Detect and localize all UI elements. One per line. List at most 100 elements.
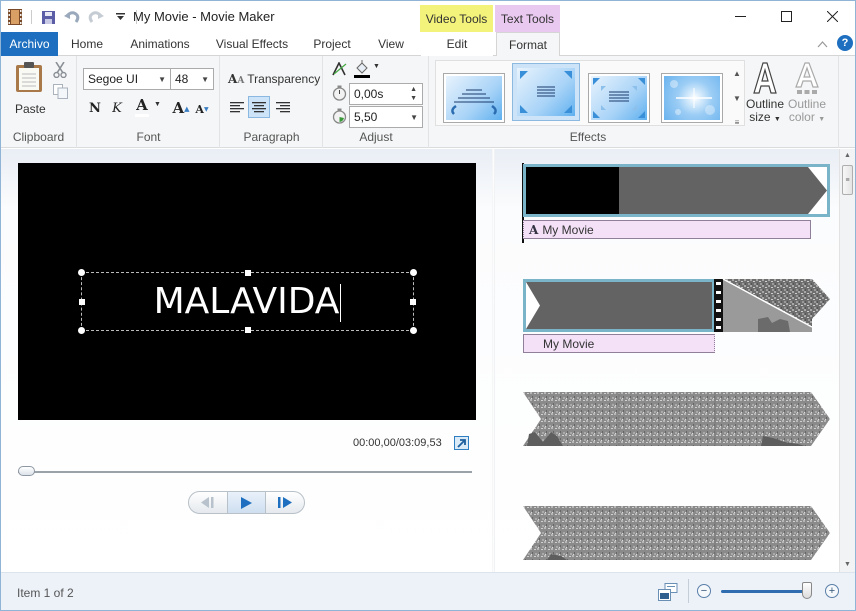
resize-handle[interactable] — [78, 327, 85, 334]
status-bar: Item 1 of 2 − + — [1, 572, 855, 610]
storyboard-item-video[interactable] — [523, 392, 830, 446]
caption-bar[interactable]: A My Movie — [523, 220, 811, 239]
maximize-button[interactable] — [763, 1, 809, 31]
outline-color-label: Outline color ▼ — [787, 97, 827, 124]
font-family-select[interactable]: Segoe UI ▼ — [83, 68, 171, 90]
italic-button[interactable]: K — [108, 98, 126, 118]
video-preview[interactable]: MALAVIDA — [18, 163, 476, 420]
storyboard-item-video-next[interactable] — [714, 278, 830, 332]
outline-letter-icon — [753, 62, 777, 94]
gallery-down-icon[interactable]: ▼ — [733, 94, 741, 103]
grow-font-button[interactable]: A ▲ — [172, 98, 190, 118]
save-icon[interactable] — [40, 9, 56, 25]
bold-button[interactable]: N — [86, 98, 104, 118]
resize-handle[interactable] — [78, 269, 85, 276]
previous-frame-button[interactable] — [189, 492, 228, 513]
context-label-video-tools: Video Tools — [420, 5, 493, 32]
resize-handle[interactable] — [410, 269, 417, 276]
fullscreen-button[interactable] — [454, 436, 469, 450]
previous-frame-icon — [200, 497, 214, 508]
align-center-icon — [252, 101, 266, 112]
minus-icon: − — [700, 584, 708, 597]
start-time-spinner[interactable]: 0,00s ▲ ▼ — [349, 83, 423, 105]
caption-bar[interactable]: My Movie — [523, 334, 715, 353]
align-left-button[interactable] — [226, 96, 248, 118]
status-separator — [688, 579, 689, 603]
storyboard-item-video-selected[interactable] — [523, 279, 715, 332]
tab-home[interactable]: Home — [61, 32, 113, 56]
play-button[interactable] — [227, 492, 267, 513]
tab-project[interactable]: Project — [304, 32, 360, 56]
storyboard-item-video[interactable] — [523, 506, 830, 560]
context-label-text-tools: Text Tools — [495, 5, 560, 32]
start-time-icon — [332, 85, 347, 104]
resize-handle[interactable] — [410, 327, 417, 334]
adjust-group-label: Adjust — [359, 130, 393, 144]
tab-file[interactable]: Archivo — [1, 32, 58, 56]
font-size-select[interactable]: 48 ▼ — [170, 68, 214, 90]
scroll-up-icon[interactable]: ▲ — [844, 152, 851, 159]
overlay-text-value: MALAVIDA — [153, 281, 340, 322]
title-clip-thumbnail — [526, 167, 827, 214]
outline-color-button: Outline color ▼ — [785, 60, 829, 126]
scroll-down-icon[interactable]: ▼ — [844, 561, 851, 568]
text-background-icon[interactable] — [332, 61, 347, 79]
resize-handle[interactable] — [245, 327, 251, 333]
effect-zoom-out[interactable] — [512, 63, 580, 121]
customize-dropdown-icon[interactable] — [112, 9, 128, 25]
align-center-button[interactable] — [248, 96, 270, 118]
storyboard-item-title[interactable] — [523, 164, 830, 217]
paste-button[interactable]: Paste — [11, 60, 47, 116]
zoom-out-button[interactable]: − — [697, 584, 711, 598]
resize-handle[interactable] — [245, 270, 251, 276]
pane-splitter[interactable] — [492, 149, 495, 572]
align-right-button[interactable] — [272, 96, 294, 118]
shrink-font-label: A — [195, 102, 204, 116]
tab-format[interactable]: Format — [496, 32, 560, 57]
scroll-thumb[interactable]: ≡ — [842, 165, 853, 195]
shrink-font-button[interactable]: A ▼ — [194, 100, 210, 118]
zoom-slider-track[interactable] — [721, 590, 811, 593]
font-color-button[interactable]: A ▼ — [134, 96, 164, 118]
align-left-icon — [230, 101, 244, 112]
effect-sparkle[interactable] — [661, 73, 723, 123]
tab-animations[interactable]: Animations — [121, 32, 199, 56]
gallery-scroll[interactable]: ▲ ▼ ≡ — [730, 67, 744, 129]
app-filmstrip-icon[interactable] — [7, 9, 23, 25]
effect-cinematic-scroll[interactable] — [443, 73, 505, 123]
thumbnail-size-icon[interactable] — [658, 583, 678, 604]
transparency-button[interactable]: AA Transparency — [228, 70, 320, 88]
undo-icon[interactable] — [64, 9, 80, 25]
cut-icon[interactable] — [53, 61, 67, 81]
paragraph-group: AA Transparency Paragraph — [221, 56, 323, 148]
text-overlay-box[interactable]: MALAVIDA — [78, 269, 417, 334]
spinner-arrows-icon[interactable]: ▲ ▼ — [410, 85, 417, 103]
paste-icon — [16, 62, 42, 92]
minimize-button[interactable] — [717, 1, 763, 31]
gallery-expand-icon[interactable]: ≡ — [735, 118, 740, 127]
copy-icon[interactable] — [53, 84, 68, 102]
effect-zoom-in-multi[interactable] — [588, 73, 650, 123]
seek-thumb[interactable] — [18, 466, 35, 476]
zoom-in-button[interactable]: + — [825, 584, 839, 598]
grow-font-label: A — [172, 99, 185, 117]
outline-size-button[interactable]: Outline size ▼ — [745, 60, 785, 126]
next-frame-button[interactable] — [266, 492, 304, 513]
tab-visual-effects[interactable]: Visual Effects — [207, 32, 297, 56]
tab-edit[interactable]: Edit — [421, 32, 493, 56]
seek-bar[interactable] — [18, 471, 472, 473]
storyboard-scrollbar[interactable]: ▲ ≡ ▼ — [839, 149, 855, 572]
background-color-button[interactable]: ▼ — [354, 60, 384, 78]
maximize-icon — [780, 10, 792, 22]
tab-view[interactable]: View — [367, 32, 415, 56]
overlay-text[interactable]: MALAVIDA — [82, 281, 413, 322]
duration-select[interactable]: 5,50 ▼ — [349, 106, 423, 128]
outline-color-icon — [795, 62, 819, 94]
gallery-up-icon[interactable]: ▲ — [733, 69, 741, 78]
help-icon[interactable]: ? — [837, 35, 853, 51]
zoom-slider-thumb[interactable] — [801, 582, 812, 599]
close-button[interactable] — [809, 1, 855, 31]
collapse-ribbon-icon[interactable] — [817, 37, 828, 51]
redo-icon[interactable] — [88, 9, 104, 25]
text-caption-icon: A — [529, 222, 539, 237]
